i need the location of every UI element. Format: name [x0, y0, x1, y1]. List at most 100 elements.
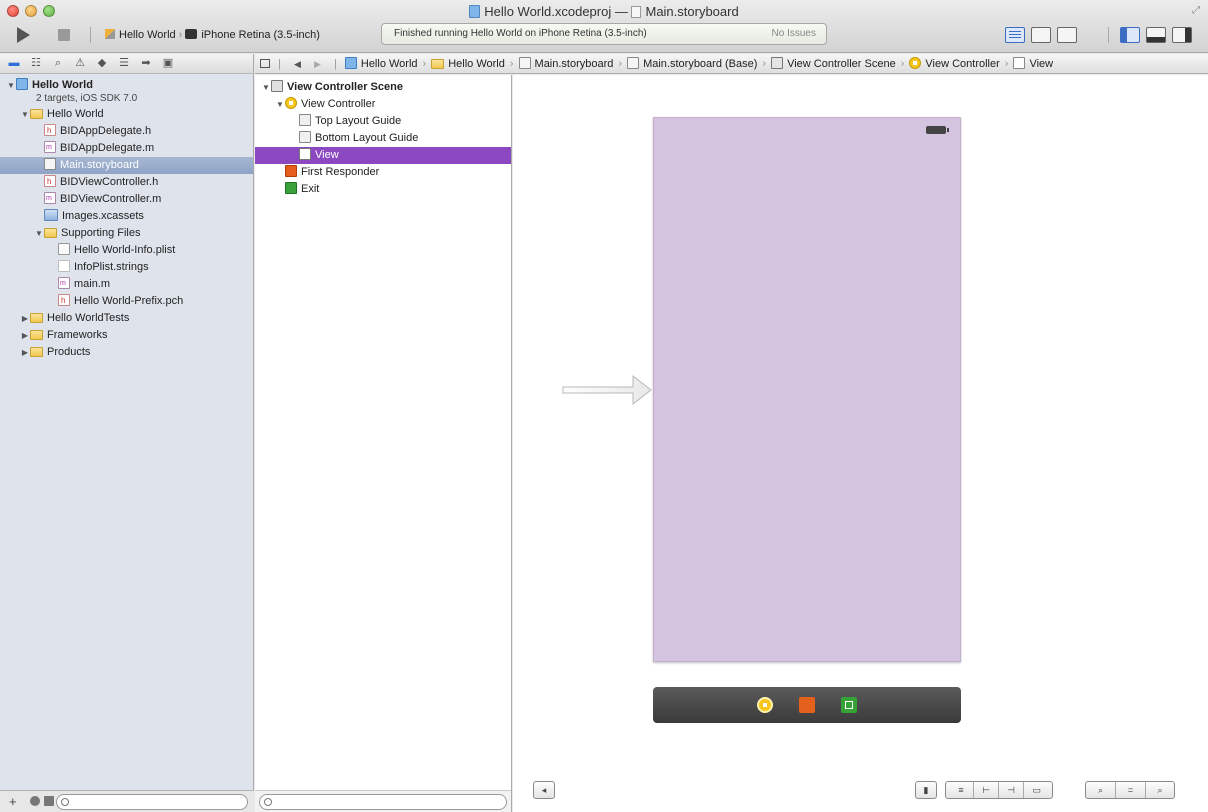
navigator-item[interactable]: BIDViewController.h	[0, 173, 253, 191]
toggle-utilities-button[interactable]	[1172, 27, 1192, 43]
plist-file-icon	[58, 243, 70, 255]
navigator-item[interactable]: ▶ Products	[0, 344, 253, 361]
zoom-actual-icon[interactable]: =	[1116, 782, 1146, 798]
exit-icon[interactable]	[841, 697, 857, 713]
outline-item[interactable]: First Responder	[255, 164, 511, 181]
first-responder-icon[interactable]	[799, 697, 815, 713]
initial-scene-arrow[interactable]	[561, 373, 655, 407]
jumpbar-crumb[interactable]: Hello World	[344, 57, 418, 70]
pin-icon[interactable]: ⊢	[974, 782, 999, 798]
disclosure-closed-icon[interactable]: ▶	[20, 327, 30, 344]
find-navigator-icon[interactable]: ⌕	[52, 58, 64, 69]
source-control-filter-icon[interactable]	[44, 796, 54, 806]
navigator-item[interactable]: ▶ Hello WorldTests	[0, 310, 253, 327]
navigator-item[interactable]: BIDViewController.m	[0, 190, 253, 208]
assistant-editor-button[interactable]	[1031, 27, 1051, 43]
navigator-item[interactable]: ▶ Frameworks	[0, 327, 253, 344]
navigator-item[interactable]: InfoPlist.strings	[0, 259, 253, 276]
scene-icon	[771, 57, 784, 69]
disclosure-open-icon[interactable]: ▼	[20, 106, 30, 123]
chevron-right-icon: ›	[762, 58, 767, 70]
disclosure-open-icon[interactable]: ▼	[261, 79, 271, 96]
jumpbar-crumb-label: View	[1029, 58, 1054, 70]
navigator-item[interactable]: Main.storyboard	[0, 157, 253, 174]
test-navigator-icon[interactable]: ◆	[96, 58, 108, 69]
jumpbar-divider: |	[278, 58, 281, 70]
document-outline: ▼ View Controller Scene ▼ View Controller To…	[255, 75, 512, 812]
log-navigator-icon[interactable]: ▣	[162, 58, 174, 69]
project-root-item[interactable]: ▼ Hello World 2 targets, iOS SDK 7.0	[0, 76, 253, 106]
jumpbar-crumb[interactable]: View	[1013, 57, 1054, 70]
forward-arrow-icon[interactable]: ▶	[314, 59, 321, 69]
form-factor-button[interactable]: ▮	[915, 781, 937, 799]
outline-item[interactable]: Exit	[255, 181, 511, 198]
navigator-item-label: BIDAppDelegate.m	[60, 142, 155, 154]
navigator-item[interactable]: BIDAppDelegate.m	[0, 139, 253, 157]
toggle-navigator-button[interactable]	[1120, 27, 1140, 43]
back-arrow-icon[interactable]: ◀	[294, 59, 301, 69]
breakpoint-navigator-icon[interactable]: ➡	[140, 58, 152, 69]
issues-count[interactable]: No Issues	[772, 28, 816, 39]
battery-icon	[926, 126, 949, 134]
project-navigator-icon[interactable]: ▬	[8, 58, 20, 69]
outline-filter-field[interactable]	[259, 794, 507, 810]
file-title: Main.storyboard	[645, 4, 739, 19]
storyboard-canvas[interactable]: ◂ ▮ ≡ ⊢ ⊣ ▭ ⌕ = ⌕	[513, 75, 1208, 812]
jumpbar-crumb[interactable]: Main.storyboard	[518, 57, 613, 70]
version-editor-button[interactable]	[1057, 27, 1077, 43]
toggle-debug-area-button[interactable]	[1146, 27, 1166, 43]
chevron-right-icon: ›	[900, 58, 905, 70]
navigator-item[interactable]: Hello World-Prefix.pch	[0, 292, 253, 310]
editor-mode-buttons	[1005, 27, 1077, 43]
jumpbar-crumb[interactable]: View Controller	[909, 57, 1000, 70]
disclosure-closed-icon[interactable]: ▶	[20, 310, 30, 327]
disclosure-closed-icon[interactable]: ▶	[20, 344, 30, 361]
toggle-outline-button[interactable]: ◂	[533, 781, 555, 799]
zoom-in-icon[interactable]: ⌕	[1146, 782, 1174, 798]
scheme-selector[interactable]: Hello World › iPhone Retina (3.5-inch)	[105, 29, 320, 41]
outline-item[interactable]: ▼ View Controller Scene	[255, 79, 511, 96]
navigator-item[interactable]: BIDAppDelegate.h	[0, 122, 253, 140]
navigator-item[interactable]: Hello World-Info.plist	[0, 242, 253, 259]
recent-files-filter-icon[interactable]	[30, 796, 40, 806]
navigator-item[interactable]: ▼ Hello World	[0, 106, 253, 123]
outline-item-label: View	[315, 149, 339, 161]
stop-button[interactable]	[58, 29, 70, 41]
related-items-icon[interactable]	[260, 59, 270, 68]
jumpbar-crumb-label: View Controller Scene	[787, 58, 896, 70]
vc-icon	[285, 97, 297, 109]
disclosure-open-icon[interactable]: ▼	[6, 79, 16, 92]
project-file-tree: ▼ Hello World 2 targets, iOS SDK 7.0 ▼ Hel…	[0, 74, 253, 361]
view-controller-view[interactable]	[653, 117, 961, 662]
navigator-pane-icon	[1121, 28, 1127, 42]
symbol-navigator-icon[interactable]: ☷	[30, 58, 42, 69]
activity-viewer[interactable]: Finished running Hello World on iPhone R…	[381, 23, 827, 45]
jumpbar-crumb[interactable]: Hello World	[431, 58, 505, 70]
navigator-item-label: InfoPlist.strings	[74, 261, 149, 273]
outline-item[interactable]: Top Layout Guide	[255, 113, 511, 130]
exit-icon	[285, 182, 297, 194]
standard-editor-button[interactable]	[1005, 27, 1025, 43]
navigator-item[interactable]: ▼ Supporting Files	[0, 225, 253, 242]
debug-navigator-icon[interactable]: ☰	[118, 58, 130, 69]
navigator-filter-field[interactable]	[56, 794, 248, 810]
disclosure-open-icon[interactable]: ▼	[34, 225, 44, 242]
outline-item[interactable]: Bottom Layout Guide	[255, 130, 511, 147]
navigator-item[interactable]: main.m	[0, 275, 253, 293]
outline-item[interactable]: ▼ View Controller	[255, 96, 511, 113]
resizing-icon[interactable]: ▭	[1024, 782, 1049, 798]
fullscreen-icon[interactable]: ⤢	[1192, 5, 1200, 16]
outline-item[interactable]: View	[255, 147, 511, 164]
align-icon[interactable]: ≡	[949, 782, 974, 798]
disclosure-open-icon[interactable]: ▼	[275, 96, 285, 113]
project-subtitle: 2 targets, iOS SDK 7.0	[36, 93, 138, 104]
navigator-item[interactable]: Images.xcassets	[0, 208, 253, 225]
view-controller-icon[interactable]	[757, 697, 773, 713]
jumpbar-crumb[interactable]: View Controller Scene	[771, 57, 896, 70]
run-button[interactable]	[17, 27, 30, 43]
add-file-button[interactable]: +	[9, 794, 17, 809]
jumpbar-crumb[interactable]: Main.storyboard (Base)	[627, 57, 757, 70]
zoom-out-icon[interactable]: ⌕	[1086, 782, 1116, 798]
issue-navigator-icon[interactable]: ⚠	[74, 58, 86, 69]
resolve-icon[interactable]: ⊣	[999, 782, 1024, 798]
